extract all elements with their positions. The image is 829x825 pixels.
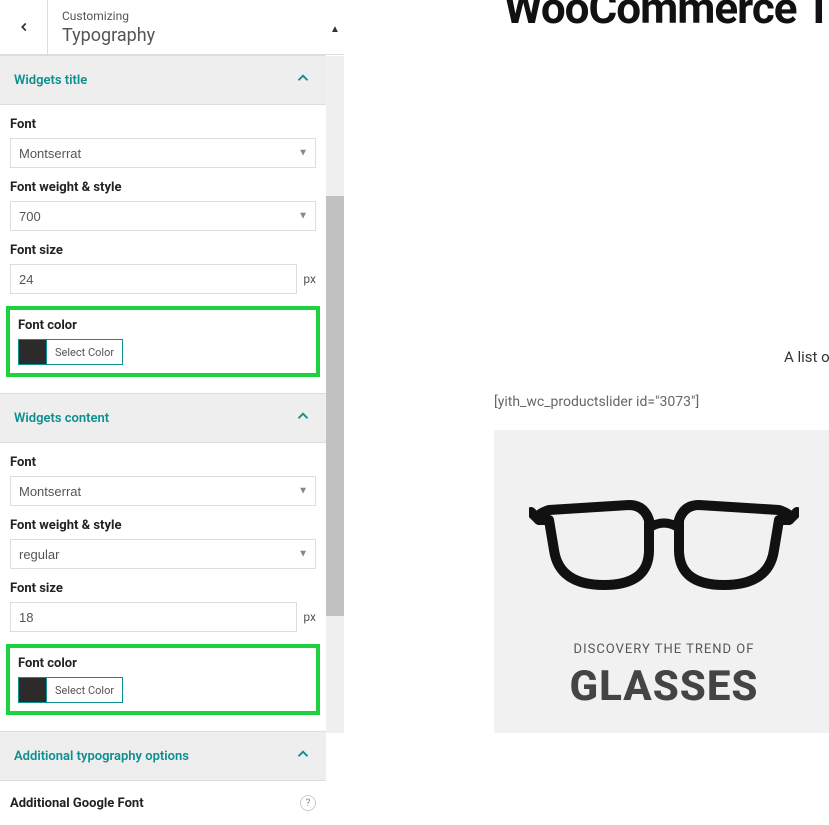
header-title: Typography xyxy=(62,25,312,46)
color-picker-button[interactable]: Select Color xyxy=(18,677,123,703)
section-title-label: Widgets title xyxy=(14,73,87,88)
section-widgets-content[interactable]: Widgets content xyxy=(0,393,326,443)
product-card-heading: GLASSES xyxy=(494,662,829,711)
chevron-left-icon xyxy=(17,20,31,34)
collapse-arrow-icon[interactable]: ▲ xyxy=(326,20,344,35)
scrollbar-thumb[interactable] xyxy=(326,196,344,616)
preview-page-title: WooCommerce Te xyxy=(504,0,829,34)
color-picker-label: Select Color xyxy=(47,346,122,359)
section-additional-typography[interactable]: Additional typography options xyxy=(0,731,326,781)
product-card-tagline: DISCOVERY THE TREND OF xyxy=(494,642,829,657)
chevron-up-icon xyxy=(294,69,312,91)
section-title-label: Additional typography options xyxy=(14,749,189,764)
font-weight-label: Font weight & style xyxy=(10,180,316,195)
font-size-input[interactable] xyxy=(10,602,297,632)
highlight-font-color-content: Font color Select Color xyxy=(6,644,320,715)
color-picker-label: Select Color xyxy=(47,684,122,697)
font-color-label: Font color xyxy=(18,318,308,333)
section-widgets-title-body: Font Montserrat ▼ Font weight & style 70… xyxy=(0,105,326,393)
color-picker-button[interactable]: Select Color xyxy=(18,339,123,365)
font-select[interactable]: Montserrat xyxy=(10,476,316,506)
additional-google-font-row: Additional Google Font ? xyxy=(0,781,326,825)
font-weight-select[interactable]: regular xyxy=(10,539,316,569)
preview-pane: WooCommerce Te A list o [yith_wc_product… xyxy=(344,0,829,733)
size-unit: px xyxy=(303,610,316,624)
section-widgets-title[interactable]: Widgets title xyxy=(0,55,326,105)
font-size-input[interactable] xyxy=(10,264,297,294)
preview-shortcode: [yith_wc_productslider id="3073"] xyxy=(494,394,699,410)
help-icon[interactable]: ? xyxy=(300,795,316,811)
section-widgets-content-body: Font Montserrat ▼ Font weight & style re… xyxy=(0,443,326,731)
font-label: Font xyxy=(10,455,316,470)
color-swatch xyxy=(19,339,47,365)
product-card[interactable]: DISCOVERY THE TREND OF GLASSES xyxy=(494,430,829,733)
chevron-up-icon xyxy=(294,407,312,429)
back-button[interactable] xyxy=(0,0,48,54)
font-weight-label: Font weight & style xyxy=(10,518,316,533)
section-title-label: Widgets content xyxy=(14,411,109,426)
font-size-label: Font size xyxy=(10,243,316,258)
chevron-up-icon xyxy=(294,745,312,767)
header-subtitle: Customizing xyxy=(62,9,312,23)
font-select[interactable]: Montserrat xyxy=(10,138,316,168)
font-color-label: Font color xyxy=(18,656,308,671)
highlight-font-color-title: Font color Select Color xyxy=(6,306,320,377)
glasses-image xyxy=(529,490,799,604)
size-unit: px xyxy=(303,272,316,286)
preview-subtitle: A list o xyxy=(784,348,829,366)
additional-google-font-label: Additional Google Font xyxy=(10,796,144,811)
font-weight-select[interactable]: 700 xyxy=(10,201,316,231)
scrollbar-track[interactable] xyxy=(326,56,344,733)
color-swatch xyxy=(19,677,47,703)
font-size-label: Font size xyxy=(10,581,316,596)
customizer-header: Customizing Typography ▲ xyxy=(0,0,344,55)
font-label: Font xyxy=(10,117,316,132)
